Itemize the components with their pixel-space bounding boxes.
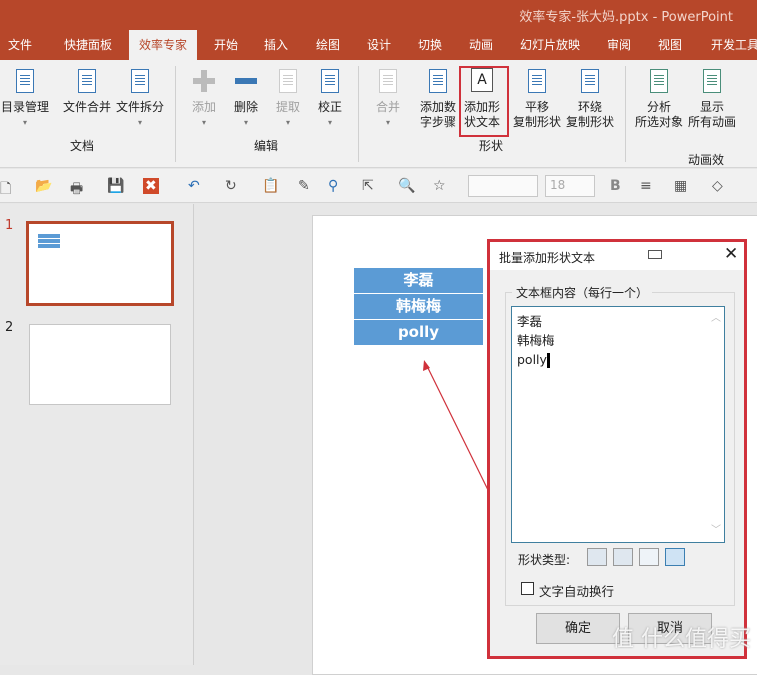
- watermark: 值 什么值得买: [612, 627, 751, 652]
- shape-type-label: 形状类型:: [518, 553, 571, 567]
- shape-type-textbox-left-icon[interactable]: [587, 548, 607, 566]
- dialog-title: 批量添加形状文本: [499, 251, 596, 265]
- ok-button[interactable]: 确定: [536, 613, 620, 644]
- scroll-down-icon[interactable]: ﹀: [711, 521, 721, 540]
- text-content-textarea[interactable]: 李磊 韩梅梅 polly ︿ ﹀: [511, 306, 725, 543]
- pin-icon[interactable]: [648, 250, 662, 259]
- text-line: 韩梅梅: [517, 333, 555, 348]
- wrap-label: 文字自动换行: [539, 584, 615, 599]
- scroll-up-icon[interactable]: ︿: [711, 309, 721, 328]
- shape-type-rounded-icon[interactable]: [665, 548, 685, 566]
- text-line: 李磊: [517, 314, 543, 329]
- group-label: 文本框内容（每行一个）: [512, 284, 653, 301]
- wrap-checkbox[interactable]: [521, 582, 534, 595]
- dialog-titlebar: 批量添加形状文本 ✕: [490, 242, 744, 270]
- text-line: polly: [517, 352, 547, 367]
- shape-type-textbox-vertical-icon[interactable]: [613, 548, 633, 566]
- close-icon[interactable]: ✕: [724, 244, 738, 264]
- batch-add-shape-text-dialog: 批量添加形状文本 ✕ 文本框内容（每行一个） 李磊 韩梅梅 polly ︿ ﹀ …: [487, 239, 747, 659]
- text-cursor: [546, 353, 550, 368]
- shape-type-rect-icon[interactable]: [639, 548, 659, 566]
